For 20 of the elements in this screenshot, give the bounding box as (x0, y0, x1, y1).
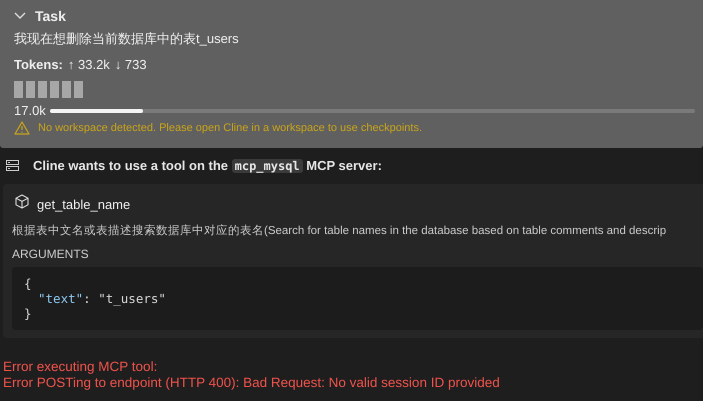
tokens-in: ↑ 33.2k (68, 57, 110, 72)
request-message: Cline wants to use a tool on the mcp_mysql MCP server: (33, 158, 382, 172)
tokens-out: ↓ 733 (114, 57, 147, 72)
error-message: Error executing MCP tool: (3, 359, 158, 375)
error-message: Error POSTing to endpoint (HTTP 400): Bad Request: No valid session ID provided (3, 375, 501, 391)
tool-description: 根据表中文名或表描述搜索数据库中对应的表名(Search for table names in the database based on table comments and descrip (12, 223, 668, 238)
task-message: 我现在想删除当前数据库中的表t_users (14, 30, 240, 48)
context-used: 17.0k (14, 103, 46, 118)
chevron-icon[interactable] (14, 12, 26, 20)
code-line: } (24, 306, 33, 321)
code-line: { (24, 276, 33, 291)
tool-name: get_table_name (37, 196, 130, 212)
code-line: "text": "t_users" (37, 291, 167, 306)
checkpoint-blocks-icon (14, 81, 83, 98)
server-icon (6, 160, 19, 170)
warning-message: No workspace detected. Please open Cline in a workspace to use checkpoints. (38, 122, 422, 134)
arguments-label: ARGUMENTS (12, 247, 90, 261)
warning-icon (14, 121, 30, 135)
task-title: Task (35, 8, 66, 24)
tokens-label: Tokens: (14, 57, 63, 72)
